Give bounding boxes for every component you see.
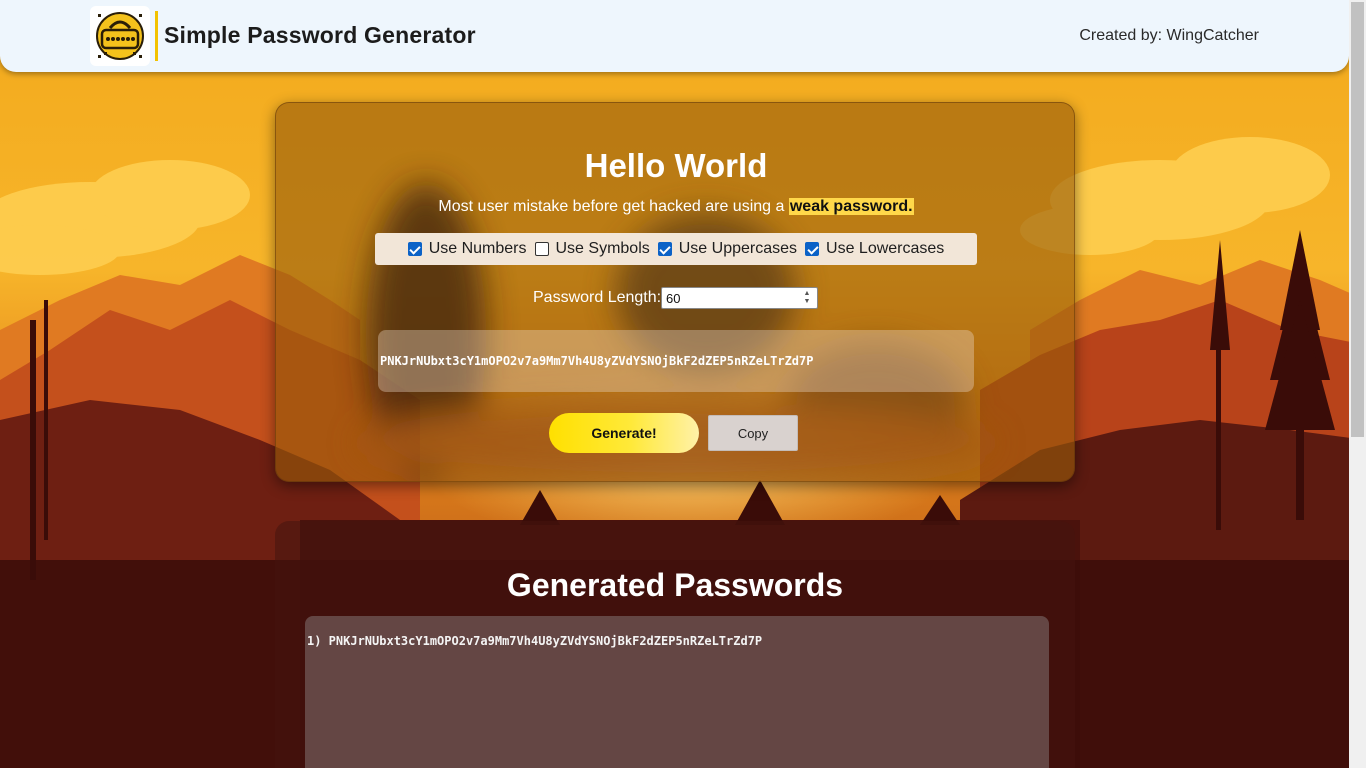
stepper-up-icon[interactable]: ▲: [800, 290, 814, 298]
lowercases-checkbox[interactable]: [805, 242, 820, 256]
password-length-label: Password Length:: [533, 289, 662, 306]
tagline-text: Most user mistake before get hacked are …: [438, 198, 785, 215]
author-credit: Created by: WingCatcher: [1079, 27, 1259, 44]
uppercases-checkbox[interactable]: [657, 242, 672, 256]
logo-divider: [155, 11, 158, 61]
option-uppercases[interactable]: Use Uppercases: [657, 240, 798, 258]
option-label: Use Lowercases: [826, 240, 945, 257]
option-label: Use Numbers: [428, 240, 527, 257]
option-label: Use Uppercases: [678, 240, 798, 257]
stepper-down-icon[interactable]: ▼: [800, 298, 814, 306]
generate-button[interactable]: Generate!: [549, 413, 699, 453]
generated-passwords-card: Generated Passwords 1) PNKJrNUbxt3cY1mOP…: [275, 521, 1075, 768]
scrollbar-thumb[interactable]: [1351, 2, 1364, 437]
tagline: Most user mistake before get hacked are …: [276, 198, 1074, 216]
app-title: Simple Password Generator: [164, 22, 476, 48]
password-length-value: 60: [666, 290, 681, 306]
tagline-highlight: weak password.: [788, 198, 914, 215]
generated-passwords-list[interactable]: 1) PNKJrNUbxt3cY1mOPO2v7a9Mm7Vh4U8yZVdYS…: [305, 616, 1049, 768]
option-numbers[interactable]: Use Numbers: [407, 240, 527, 258]
numbers-checkbox[interactable]: [407, 242, 422, 256]
length-stepper[interactable]: ▲ ▼: [800, 290, 814, 306]
password-length-input[interactable]: 60 ▲ ▼: [661, 287, 818, 309]
generator-card: Hello World Most user mistake before get…: [275, 102, 1075, 482]
password-lock-icon: [90, 6, 150, 66]
generated-passwords-title: Generated Passwords: [506, 567, 844, 603]
password-output[interactable]: PNKJrNUbxt3cY1mOPO2v7a9Mm7Vh4U8yZVdYSNOj…: [378, 330, 974, 392]
option-symbols[interactable]: Use Symbols: [534, 240, 650, 258]
character-options: Use Numbers Use Symbols Use Uppercases U…: [375, 233, 977, 265]
greeting-heading: Hello World: [584, 147, 768, 184]
list-item: 1) PNKJrNUbxt3cY1mOPO2v7a9Mm7Vh4U8yZVdYS…: [307, 634, 763, 648]
page-scrollbar[interactable]: [1349, 0, 1366, 768]
option-lowercases[interactable]: Use Lowercases: [805, 240, 944, 258]
copy-button[interactable]: Copy: [708, 415, 798, 451]
app-header: Simple Password Generator Created by: Wi…: [0, 0, 1349, 72]
symbols-checkbox[interactable]: [534, 242, 549, 256]
option-label: Use Symbols: [555, 240, 650, 257]
